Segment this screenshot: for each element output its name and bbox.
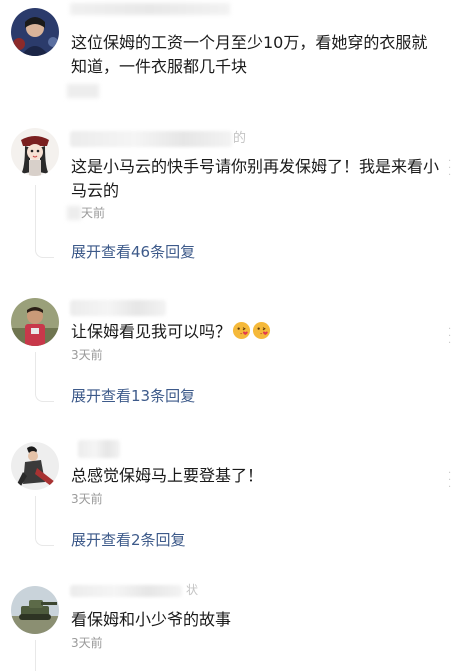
reply-thread-line [35, 640, 36, 671]
more-options-icon[interactable]: · · · [448, 469, 451, 493]
timestamp: 3天前 [71, 636, 103, 650]
username-blurred [78, 440, 120, 458]
timestamp: 3天前 [71, 348, 103, 362]
reply-thread-line [35, 352, 36, 389]
username-blurred [70, 300, 166, 316]
reply-thread-line [35, 389, 54, 402]
username[interactable]: 的 [233, 131, 246, 147]
avatar[interactable] [11, 586, 59, 634]
comment-text-body: 让保姆看见我可以吗？ [71, 322, 232, 341]
timestamp-blurred [67, 206, 81, 220]
kiss-emoji-icon [252, 321, 271, 340]
expand-replies-link[interactable]: 展开查看46条回复 [71, 242, 195, 262]
username-blurred [70, 3, 230, 15]
comment-text: 让保姆看见我可以吗？ [71, 320, 441, 344]
comment-text: 这是小马云的快手号请你别再发保姆了！我是来看小马云的 [71, 157, 440, 200]
comment-text: 看保姆和小少爷的故事 [71, 610, 232, 629]
avatar[interactable] [11, 128, 59, 176]
username-blurred [70, 131, 232, 147]
expand-replies-link[interactable]: 展开查看2条回复 [71, 530, 186, 550]
more-options-icon[interactable]: · · · [448, 325, 451, 349]
comment-text: 这位保姆的工资一个月至少10万，看她穿的衣服就知道，一件衣服都几千块 [71, 33, 428, 76]
avatar[interactable] [11, 298, 59, 346]
reply-thread-line [35, 533, 54, 546]
username[interactable]: 状 [186, 582, 198, 598]
reply-thread-line [35, 185, 36, 245]
reply-thread-line [35, 496, 36, 533]
timestamp: 3天前 [71, 492, 103, 506]
timestamp: 天前 [81, 206, 106, 220]
kiss-emoji-icon [232, 321, 251, 340]
username-blurred [70, 585, 182, 597]
avatar[interactable] [11, 8, 59, 56]
timestamp-blurred [67, 84, 99, 98]
reply-thread-line [35, 245, 54, 258]
expand-replies-link[interactable]: 展开查看13条回复 [71, 386, 195, 406]
avatar[interactable] [11, 442, 59, 490]
more-options-icon[interactable]: · · · [448, 157, 451, 181]
comment-text: 总感觉保姆马上要登基了！ [71, 466, 264, 485]
